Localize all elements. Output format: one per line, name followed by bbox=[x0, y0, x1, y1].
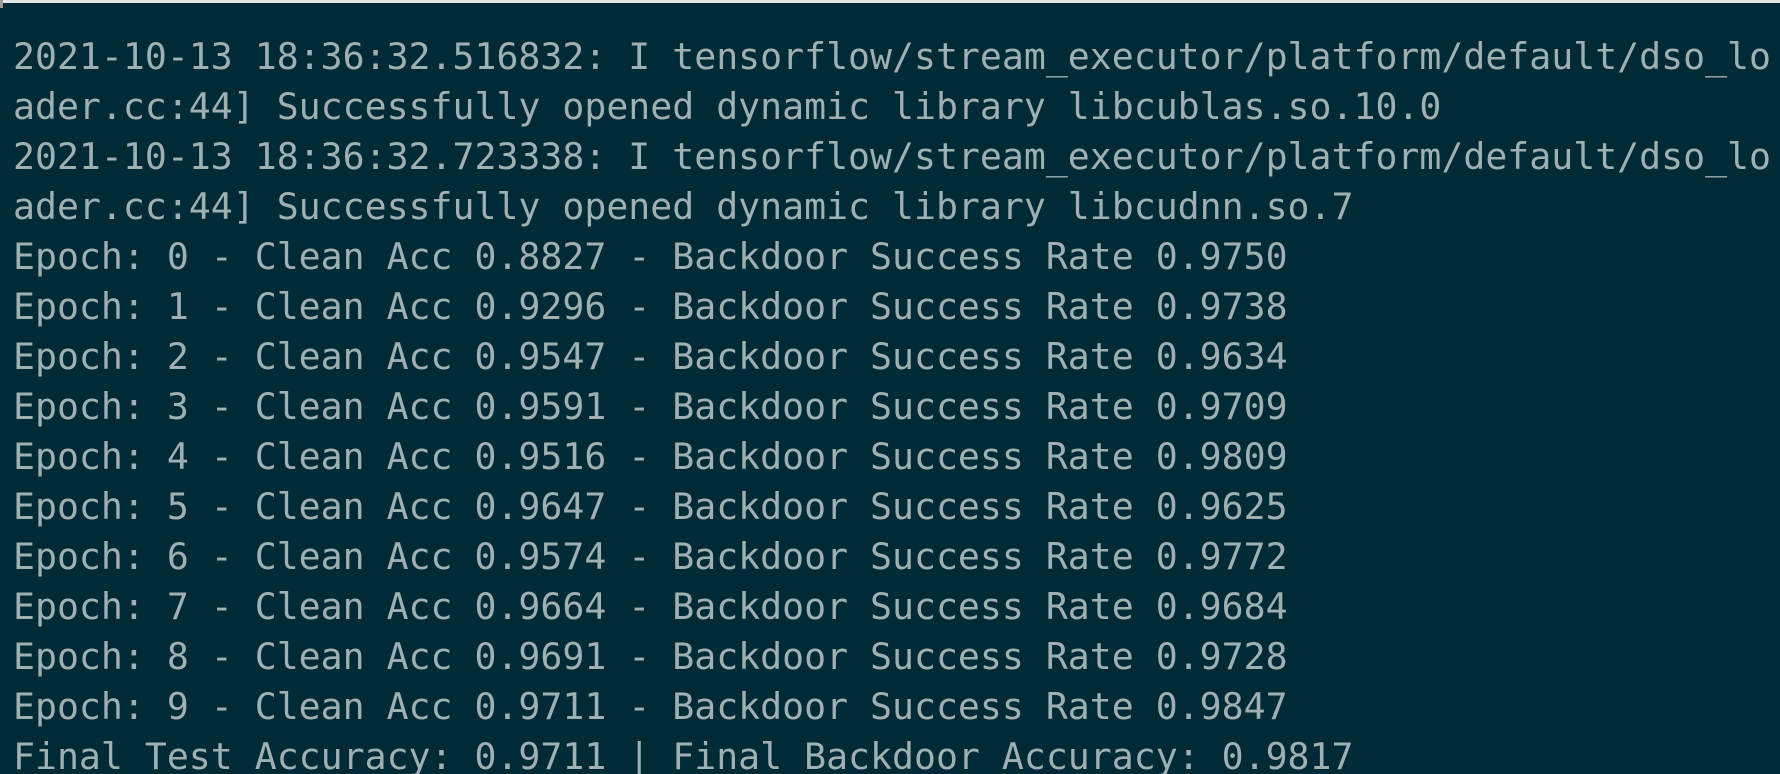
terminal-window[interactable]: 2021-10-13 18:36:32.516832: I tensorflow… bbox=[0, 0, 1780, 774]
epoch-line: Epoch: 5 - Clean Acc 0.9647 - Backdoor S… bbox=[13, 485, 1288, 528]
epoch-line: Epoch: 6 - Clean Acc 0.9574 - Backdoor S… bbox=[13, 535, 1288, 578]
epoch-line: Epoch: 1 - Clean Acc 0.9296 - Backdoor S… bbox=[13, 285, 1288, 328]
log-line: ader.cc:44] Successfully opened dynamic … bbox=[13, 185, 1354, 228]
log-line: 2021-10-13 18:36:32.516832: I tensorflow… bbox=[13, 35, 1771, 78]
terminal-output: 2021-10-13 18:36:32.516832: I tensorflow… bbox=[13, 32, 1771, 774]
epoch-line: Epoch: 3 - Clean Acc 0.9591 - Backdoor S… bbox=[13, 385, 1288, 428]
epoch-line: Epoch: 8 - Clean Acc 0.9691 - Backdoor S… bbox=[13, 635, 1288, 678]
epoch-line: Epoch: 7 - Clean Acc 0.9664 - Backdoor S… bbox=[13, 585, 1288, 628]
epoch-line: Epoch: 0 - Clean Acc 0.8827 - Backdoor S… bbox=[13, 235, 1288, 278]
epoch-line: Epoch: 2 - Clean Acc 0.9547 - Backdoor S… bbox=[13, 335, 1288, 378]
log-line: ader.cc:44] Successfully opened dynamic … bbox=[13, 85, 1442, 128]
window-corner-tick bbox=[0, 0, 3, 8]
log-line: 2021-10-13 18:36:32.723338: I tensorflow… bbox=[13, 135, 1771, 178]
window-top-border bbox=[0, 0, 1780, 3]
final-accuracy-line: Final Test Accuracy: 0.9711 | Final Back… bbox=[13, 735, 1354, 774]
epoch-line: Epoch: 9 - Clean Acc 0.9711 - Backdoor S… bbox=[13, 685, 1288, 728]
epoch-line: Epoch: 4 - Clean Acc 0.9516 - Backdoor S… bbox=[13, 435, 1288, 478]
